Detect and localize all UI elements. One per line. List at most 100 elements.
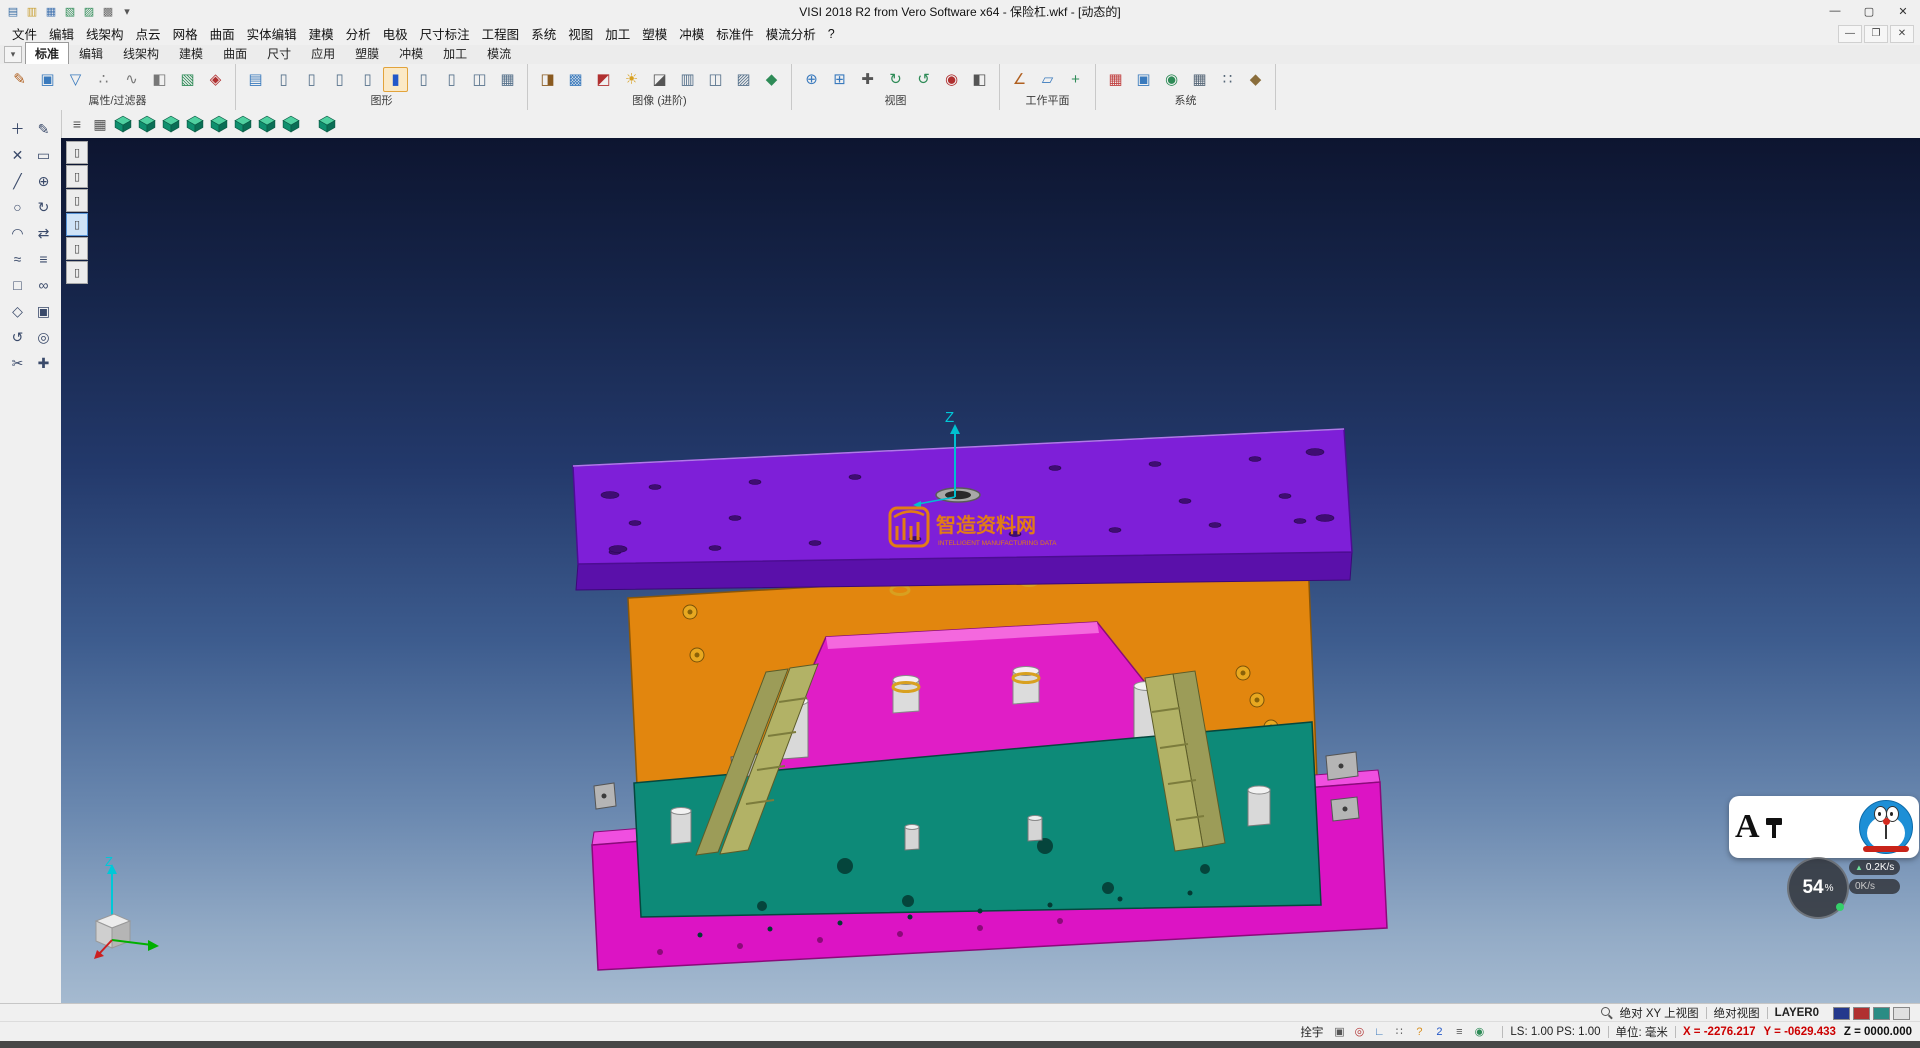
tab-modeling[interactable]: 建模 bbox=[169, 42, 213, 64]
clipboard-5[interactable]: ▯ bbox=[66, 237, 88, 260]
help-icon[interactable]: ? bbox=[1411, 1024, 1427, 1039]
wireframe-tool-icon[interactable]: ✂ bbox=[5, 350, 31, 376]
color-swatch[interactable] bbox=[1893, 1007, 1910, 1020]
tab-edit[interactable]: 编辑 bbox=[69, 42, 113, 64]
photo-render-icon[interactable]: ◆ bbox=[759, 67, 784, 92]
select-mode-icon[interactable]: ▣ bbox=[1331, 1024, 1347, 1039]
wireframe-tool-icon[interactable]: □ bbox=[5, 272, 31, 298]
filter-icon[interactable]: ▽ bbox=[63, 67, 88, 92]
grid-snap-icon[interactable]: ∷ bbox=[1391, 1024, 1407, 1039]
clipboard-3[interactable]: ▯ bbox=[66, 189, 88, 212]
filter-points-icon[interactable]: ∴ bbox=[91, 67, 116, 92]
wireframe-tool-icon[interactable]: ◠ bbox=[5, 220, 31, 246]
quick-access-dropdown-icon[interactable]: ▾ bbox=[119, 3, 135, 19]
menu-item[interactable]: ? bbox=[822, 24, 841, 44]
tab-mould[interactable]: 塑膜 bbox=[345, 42, 389, 64]
view-back[interactable] bbox=[281, 114, 301, 134]
display-column-4-icon[interactable]: ▯ bbox=[355, 67, 380, 92]
save-file-icon[interactable]: ▦ bbox=[43, 3, 59, 19]
monitor-settings-icon[interactable]: ▣ bbox=[1131, 67, 1156, 92]
attribute-edit-icon[interactable]: ✎ bbox=[7, 67, 32, 92]
matrix-icon[interactable]: ∷ bbox=[1215, 67, 1240, 92]
new-file-icon[interactable]: ▤ bbox=[5, 3, 21, 19]
display-column-6-icon[interactable]: ▯ bbox=[439, 67, 464, 92]
filter-curves-icon[interactable]: ∿ bbox=[119, 67, 144, 92]
menu-item[interactable]: 系统 bbox=[525, 21, 562, 46]
view-side[interactable] bbox=[257, 114, 277, 134]
tab-flow[interactable]: 模流 bbox=[477, 42, 521, 64]
color-swatch[interactable] bbox=[1873, 1007, 1890, 1020]
view-iso-1[interactable] bbox=[113, 114, 133, 134]
menu-item[interactable]: 塑模 bbox=[636, 21, 673, 46]
view-front[interactable] bbox=[233, 114, 253, 134]
wireframe-tool-icon[interactable]: ≡ bbox=[31, 246, 57, 272]
mdi-minimize-button[interactable]: — bbox=[1838, 25, 1862, 43]
view-top[interactable] bbox=[209, 114, 229, 134]
wireframe-tool-icon[interactable]: ⇄ bbox=[31, 220, 57, 246]
filter-surfaces-icon[interactable]: ◧ bbox=[147, 67, 172, 92]
tab-standard[interactable]: 标准 bbox=[25, 42, 69, 64]
viewport-layout-icon[interactable]: ▦ bbox=[90, 114, 110, 134]
display-column-5-icon[interactable]: ▯ bbox=[411, 67, 436, 92]
clipboard-6[interactable]: ▯ bbox=[66, 261, 88, 284]
workplane-icon[interactable]: ∠ bbox=[1007, 67, 1032, 92]
units-label[interactable]: 单位: 毫米 bbox=[1616, 1024, 1668, 1040]
pan-icon[interactable]: ✚ bbox=[855, 67, 880, 92]
graphics-list-icon[interactable]: ▤ bbox=[243, 67, 268, 92]
snap-toggle-icon[interactable]: ◎ bbox=[1351, 1024, 1367, 1039]
tab-progress[interactable]: 冲模 bbox=[389, 42, 433, 64]
minimize-button[interactable]: — bbox=[1818, 0, 1852, 22]
color-swatch[interactable] bbox=[1833, 1007, 1850, 1020]
wireframe-tool-icon[interactable]: ◎ bbox=[31, 324, 57, 350]
menu-item[interactable]: 加工 bbox=[599, 21, 636, 46]
mdi-restore-button[interactable]: ❐ bbox=[1864, 25, 1888, 43]
tab-wireframe[interactable]: 线架构 bbox=[113, 42, 169, 64]
wireframe-tool-icon[interactable]: ╱ bbox=[5, 168, 31, 194]
tab-dimension[interactable]: 尺寸 bbox=[257, 42, 301, 64]
wireframe-tool-icon[interactable]: ✎ bbox=[31, 116, 57, 142]
view-iso-4[interactable] bbox=[185, 114, 205, 134]
attribute-copy-icon[interactable]: ▣ bbox=[35, 67, 60, 92]
wireframe-tool-icon[interactable]: ∞ bbox=[31, 272, 57, 298]
view-dynamic[interactable] bbox=[317, 114, 337, 134]
display-stack-icon[interactable]: ◫ bbox=[467, 67, 492, 92]
wireframe-tool-icon[interactable]: ＋ bbox=[5, 116, 31, 142]
texture-icon[interactable]: ▩ bbox=[563, 67, 588, 92]
display-column-3-icon[interactable]: ▯ bbox=[327, 67, 352, 92]
import-icon[interactable]: ▧ bbox=[62, 3, 78, 19]
mold-top-plate[interactable] bbox=[573, 429, 1352, 590]
background-icon[interactable]: ▥ bbox=[675, 67, 700, 92]
menu-item[interactable]: 冲模 bbox=[673, 21, 710, 46]
snap-label[interactable]: 拴宇 bbox=[1300, 1024, 1323, 1040]
info-2-icon[interactable]: 2 bbox=[1431, 1024, 1447, 1039]
view-mode-label[interactable]: 绝对 XY 上视图 bbox=[1620, 1005, 1699, 1021]
active-layer-label[interactable]: LAYER0 bbox=[1775, 1007, 1819, 1019]
menu-item[interactable]: 模流分析 bbox=[760, 21, 822, 46]
wireframe-tool-icon[interactable]: ⊕ bbox=[31, 168, 57, 194]
wireframe-tool-icon[interactable]: ✕ bbox=[5, 142, 31, 168]
display-column-1-icon[interactable]: ▯ bbox=[271, 67, 296, 92]
view-iso-3[interactable] bbox=[161, 114, 181, 134]
wireframe-tool-icon[interactable]: ≈ bbox=[5, 246, 31, 272]
display-grid-icon[interactable]: ▦ bbox=[495, 67, 520, 92]
render-mode-icon[interactable]: ◨ bbox=[535, 67, 560, 92]
tab-machining[interactable]: 加工 bbox=[433, 42, 477, 64]
wireframe-tool-icon[interactable]: ○ bbox=[5, 194, 31, 220]
doraemon-sticker-widget[interactable]: A bbox=[1729, 796, 1919, 858]
wireframe-tool-icon[interactable]: ◇ bbox=[5, 298, 31, 324]
transparency-icon[interactable]: ▨ bbox=[731, 67, 756, 92]
wireframe-tool-icon[interactable]: ▭ bbox=[31, 142, 57, 168]
open-file-icon[interactable]: ▥ bbox=[24, 3, 40, 19]
previous-view-icon[interactable]: ↺ bbox=[911, 67, 936, 92]
absolute-view-label[interactable]: 绝对视图 bbox=[1714, 1005, 1760, 1021]
search-icon[interactable] bbox=[1601, 1007, 1614, 1020]
color-palette-icon[interactable]: ▦ bbox=[1103, 67, 1128, 92]
clipboard-2[interactable]: ▯ bbox=[66, 165, 88, 188]
filter-color-icon[interactable]: ◈ bbox=[203, 67, 228, 92]
view-list-icon[interactable]: ≡ bbox=[67, 114, 87, 134]
wireframe-tool-icon[interactable]: ↻ bbox=[31, 194, 57, 220]
menu-item[interactable]: 标准件 bbox=[710, 21, 760, 46]
zoom-extents-icon[interactable]: ⊕ bbox=[799, 67, 824, 92]
material-icon[interactable]: ◩ bbox=[591, 67, 616, 92]
mold-assembly-scene[interactable]: Z bbox=[61, 138, 1920, 1004]
